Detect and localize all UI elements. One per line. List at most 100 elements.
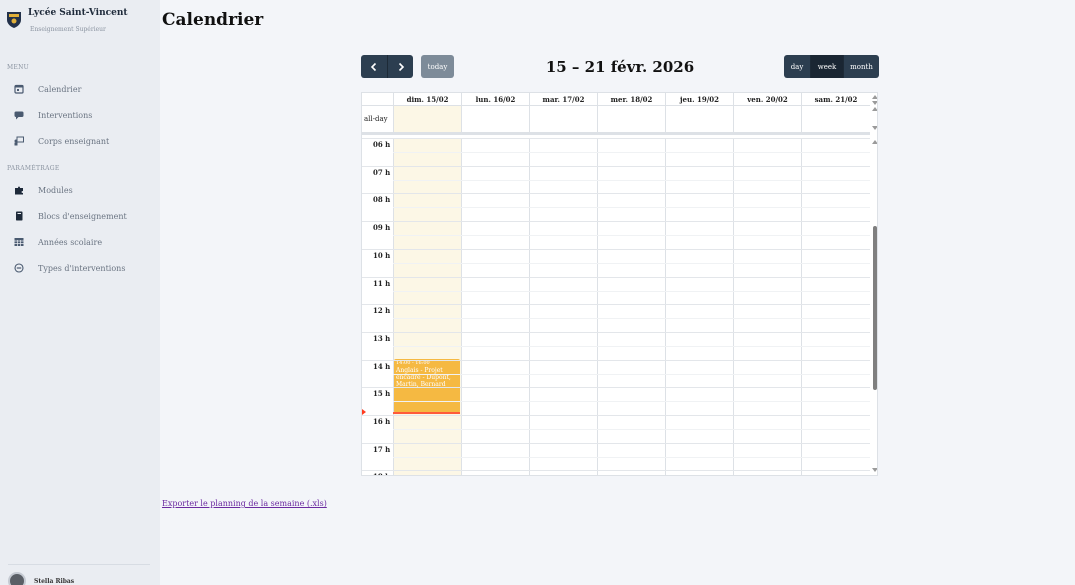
today-button[interactable]: today [421,55,454,78]
half-hour-gridline [393,180,870,181]
page-title: Calendrier [162,10,264,30]
today-column-bg [393,106,461,132]
hour-gridline [362,166,870,167]
hour-label: 16 h [373,417,391,426]
half-hour-gridline [393,207,870,208]
scroll-down-arrow-icon[interactable] [872,468,877,472]
scroll-up-arrow-icon[interactable] [872,95,877,99]
calendar-event[interactable]: 14:00 - 16:00 Anglais - Projet encadré -… [394,359,460,413]
chevron-left-icon [370,62,377,71]
day-column[interactable] [801,106,870,132]
day-header[interactable]: dim. 15/02 [393,93,461,106]
day-header[interactable]: sam. 21/02 [801,93,870,106]
sidebar-item-modules[interactable]: Modules [14,183,73,197]
half-hour-gridline [393,401,870,402]
half-hour-gridline [393,152,870,153]
puzzle-icon [14,185,24,195]
scroll-up-arrow-icon[interactable] [872,107,877,111]
hour-label: 18 h [373,472,390,475]
hour-label: 12 h [373,306,391,315]
menu-section-title: MENU [7,64,30,71]
hour-gridline [362,277,870,278]
scroll-down-arrow-icon[interactable] [872,101,877,105]
hour-label: 14 h [373,362,391,371]
scroll-down-arrow-icon[interactable] [872,126,877,130]
day-column[interactable] [733,106,801,132]
hour-gridline [362,138,870,139]
user-name: Stella Ribas [34,577,75,585]
date-range-title: 15 – 21 févr. 2026 [545,58,695,76]
prev-week-button[interactable] [361,55,387,78]
view-month-button[interactable]: month [843,55,879,78]
day-column[interactable] [597,106,665,132]
now-indicator-line [393,412,460,414]
day-column[interactable] [733,138,801,475]
scroll-up-arrow-icon[interactable] [872,140,877,144]
brand-subtitle: Enseignement Supérieur [30,26,106,33]
next-week-button[interactable] [387,55,413,78]
sidebar-item-calendrier[interactable]: Calendrier [14,82,81,96]
header-scrollbar[interactable] [870,93,877,135]
sidebar-item-label: Blocs d'enseignement [38,211,127,221]
day-column[interactable] [529,138,597,475]
hour-gridline [362,387,870,388]
day-column[interactable] [665,138,733,475]
calendar-header: dim. 15/02 lun. 16/02 mar. 17/02 mer. 18… [362,93,870,106]
today-column-bg [393,138,461,475]
hour-label: 09 h [373,223,391,232]
day-header[interactable]: jeu. 19/02 [665,93,733,106]
hour-gridline [362,443,870,444]
avatar [8,572,26,585]
hour-gridline [362,470,870,471]
week-calendar: dim. 15/02 lun. 16/02 mar. 17/02 mer. 18… [361,92,878,476]
minus-circle-icon [14,263,24,273]
sidebar-item-blocs[interactable]: Blocs d'enseignement [14,209,127,223]
settings-section-title: PARAMÉTRAGE [7,165,60,172]
hour-gridline [362,221,870,222]
sidebar-item-interventions[interactable]: Interventions [14,108,92,122]
brand[interactable]: Lycée Saint-Vincent Enseignement Supérie… [6,8,128,33]
hour-label: 11 h [373,279,391,288]
hour-label: 15 h [373,389,391,398]
day-column[interactable] [529,106,597,132]
half-hour-gridline [393,374,870,375]
day-header[interactable]: mar. 17/02 [529,93,597,106]
hour-label: 10 h [373,251,391,260]
day-header[interactable]: lun. 16/02 [461,93,529,106]
day-column[interactable] [597,138,665,475]
sidebar-item-label: Modules [38,185,73,195]
event-title: Anglais - Projet encadré - Dupont, Marti… [396,367,451,388]
scrollbar-thumb[interactable] [873,226,877,390]
sidebar-item-label: Interventions [38,110,93,120]
view-day-button[interactable]: day [784,55,810,78]
day-header[interactable]: ven. 20/02 [733,93,801,106]
sidebar-item-corps-enseignant[interactable]: Corps enseignant [14,134,109,148]
sidebar-item-label: Calendrier [38,84,82,94]
sidebar-item-label: Corps enseignant [38,136,110,146]
time-grid: 14:00 - 16:00 Anglais - Projet encadré -… [362,138,870,475]
sidebar-divider [8,564,150,565]
allday-row: all-day [362,106,870,135]
sidebar-item-annees[interactable]: Années scolaire [14,235,102,249]
calendar-grid-icon [14,237,24,247]
half-hour-gridline [393,263,870,264]
sidebar-item-label: Années scolaire [38,237,103,247]
day-column[interactable] [461,106,529,132]
user-profile[interactable]: Stella Ribas [8,572,74,585]
day-header[interactable]: mer. 18/02 [597,93,665,106]
day-column[interactable] [461,138,529,475]
day-column[interactable] [665,106,733,132]
brand-name: Lycée Saint-Vincent [28,8,128,18]
export-week-link[interactable]: Exporter le planning de la semaine (.xls… [162,499,327,508]
view-week-button[interactable]: week [810,55,843,78]
hour-label: 17 h [373,445,391,454]
grid-scrollbar[interactable] [870,138,877,475]
chevron-right-icon [398,62,404,71]
calendar-icon [14,84,24,94]
hour-gridline [362,415,870,416]
view-switcher: day week month [784,55,879,78]
half-hour-gridline [393,346,870,347]
half-hour-gridline [393,318,870,319]
sidebar-item-types-interventions[interactable]: Types d'interventions [14,261,125,275]
day-column[interactable] [801,138,870,475]
